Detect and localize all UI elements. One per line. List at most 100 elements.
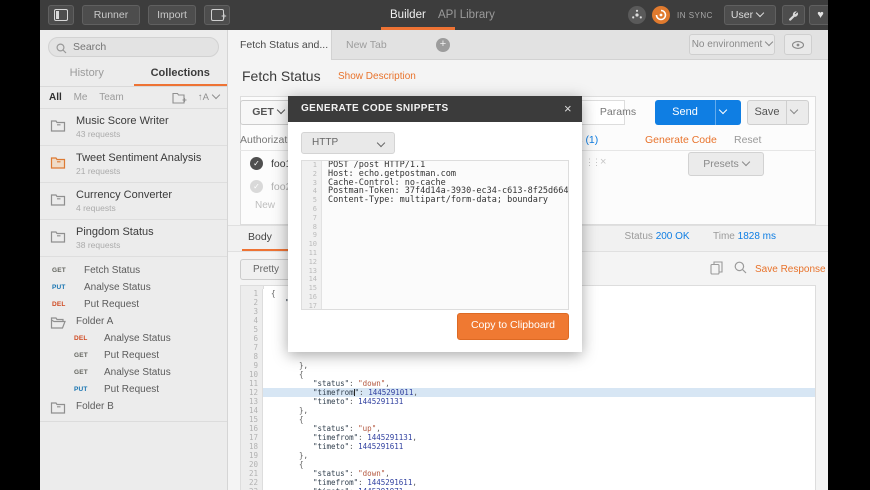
request-name: Analyse Status — [84, 279, 151, 296]
drag-handle-icon[interactable]: ⋮⋮ — [585, 157, 599, 168]
reset-link[interactable]: Reset — [734, 134, 761, 146]
snippet-line: 9 — [302, 231, 568, 240]
language-selector[interactable]: HTTP — [301, 132, 395, 154]
request-item[interactable]: DELAnalyse Status — [40, 330, 227, 347]
collection-item[interactable]: Currency Converter4 requests — [40, 183, 227, 220]
status-label: Status — [625, 231, 653, 242]
request-name: Analyse Status — [104, 364, 171, 381]
save-options-segment[interactable] — [786, 101, 803, 124]
filter-team[interactable]: Team — [99, 92, 123, 103]
show-description-link[interactable]: Show Description — [338, 71, 416, 82]
json-line-content: { — [263, 415, 815, 424]
snippet-line-text — [322, 223, 568, 232]
user-menu[interactable]: User — [724, 5, 776, 25]
import-button[interactable]: Import — [148, 5, 196, 25]
json-line: 13"timeto": 1445291131 — [241, 397, 815, 406]
auth-item[interactable]: ✓foo2 — [250, 178, 291, 200]
tab-builder[interactable]: Builder — [390, 0, 426, 30]
json-line-number: 11 — [241, 379, 263, 388]
request-item[interactable]: GETAnalyse Status — [40, 364, 227, 381]
collection-item[interactable]: Tweet Sentiment Analysis21 requests — [40, 146, 227, 183]
snippet-line-number: 3 — [302, 179, 322, 188]
sync-status-icon[interactable] — [652, 6, 670, 24]
environment-selector[interactable]: No environment — [689, 34, 775, 55]
snippet-line-text: Content-Type: multipart/form-data; bound… — [322, 196, 568, 205]
json-line: 19}, — [241, 451, 815, 460]
json-line-number: 22 — [241, 478, 263, 487]
json-line-content: "status": "down", — [263, 469, 815, 478]
snippet-line: 13 — [302, 267, 568, 276]
tab-collections[interactable]: Collections — [134, 62, 228, 86]
new-window-button[interactable] — [204, 5, 230, 25]
filter-me[interactable]: Me — [74, 92, 88, 103]
settings-wrench-button[interactable] — [782, 5, 805, 25]
json-token: }, — [299, 406, 308, 415]
request-item[interactable]: PUTPut Request — [40, 381, 227, 398]
snippet-line: 11 — [302, 249, 568, 258]
generate-code-link[interactable]: Generate Code — [645, 134, 717, 146]
folder-open-icon — [50, 316, 66, 329]
pretty-view-button[interactable]: Pretty — [240, 259, 292, 280]
save-button[interactable]: Save — [747, 100, 809, 125]
check-circle-icon: ✓ — [250, 157, 263, 170]
method-badge: PUT — [74, 381, 88, 398]
new-item-placeholder[interactable]: New — [255, 200, 275, 211]
sidebar-tabs: History Collections — [40, 62, 227, 87]
collection-name: Music Score Writer — [76, 109, 227, 127]
collection-item[interactable]: Pingdom Status38 requests — [40, 220, 227, 257]
folder-item[interactable]: Folder A — [40, 313, 227, 330]
sync-station-icon[interactable] — [628, 6, 646, 24]
request-item[interactable]: DELPut Request — [40, 296, 227, 313]
json-line-number: 20 — [241, 460, 263, 469]
method-badge: GET — [52, 262, 66, 279]
code-snippet-box[interactable]: 1POST /post HTTP/1.12Host: echo.getpostm… — [301, 160, 569, 310]
collection-item[interactable]: Music Score Writer43 requests — [40, 109, 227, 146]
add-tab-button[interactable]: + — [436, 38, 450, 52]
filter-all[interactable]: All — [49, 92, 62, 103]
request-tab-new[interactable]: New Tab — [346, 30, 432, 60]
sidebar: History Collections All Me Team ↑A Music… — [40, 30, 228, 490]
request-item[interactable]: GET Fetch Status — [40, 262, 227, 279]
snippet-line-text — [322, 284, 568, 293]
json-line: 10{ — [241, 370, 815, 379]
json-line-number: 17 — [241, 433, 263, 442]
search-response-icon[interactable] — [734, 261, 747, 279]
request-item[interactable]: PUTAnalyse Status — [40, 279, 227, 296]
sort-button[interactable]: ↑A — [198, 87, 219, 108]
copy-response-icon[interactable] — [710, 261, 723, 280]
sidebar-toggle-button[interactable] — [48, 5, 74, 25]
sidebar-divider — [40, 421, 227, 422]
params-button[interactable]: Params — [588, 100, 648, 125]
snippet-line-text — [322, 214, 568, 223]
json-line-number: 1 — [241, 289, 263, 298]
send-button[interactable]: Send — [655, 100, 741, 125]
response-tab-body[interactable]: Body — [248, 231, 272, 243]
folder-item[interactable]: Folder B — [40, 398, 227, 415]
runner-button[interactable]: Runner — [82, 5, 140, 25]
json-line-content: }, — [263, 406, 815, 415]
folder-icon-orange — [50, 156, 66, 169]
json-token: , — [385, 379, 390, 388]
request-item[interactable]: GETPut Request — [40, 347, 227, 364]
collection-name: Tweet Sentiment Analysis — [76, 146, 227, 164]
new-window-icon — [211, 9, 224, 21]
json-line-number: 3 — [241, 307, 263, 316]
request-tab-active[interactable]: Fetch Status and... — [228, 30, 332, 60]
request-name: Fetch Status — [84, 262, 140, 279]
send-options-segment[interactable] — [715, 100, 736, 125]
save-response-link[interactable]: Save Response — [755, 264, 826, 275]
satellite-icon — [631, 9, 643, 21]
remove-row-icon[interactable]: × — [600, 156, 606, 168]
json-token: : — [349, 424, 358, 433]
modal-close-icon[interactable]: × — [564, 96, 572, 122]
presets-dropdown[interactable]: Presets — [688, 152, 764, 176]
json-line-content: "timeto": 1445291131 — [263, 397, 815, 406]
copy-to-clipboard-button[interactable]: Copy to Clipboard — [457, 313, 569, 340]
tab-history[interactable]: History — [40, 62, 134, 86]
environment-preview-button[interactable] — [784, 34, 812, 55]
json-line-highlighted: 12"timefrom": 1445291011, — [241, 388, 815, 397]
favorites-heart-button[interactable]: ♥ — [809, 5, 828, 25]
search-input[interactable] — [48, 37, 219, 57]
auth-item[interactable]: ✓foo1 — [250, 155, 291, 177]
tab-api-library[interactable]: API Library — [438, 0, 495, 30]
